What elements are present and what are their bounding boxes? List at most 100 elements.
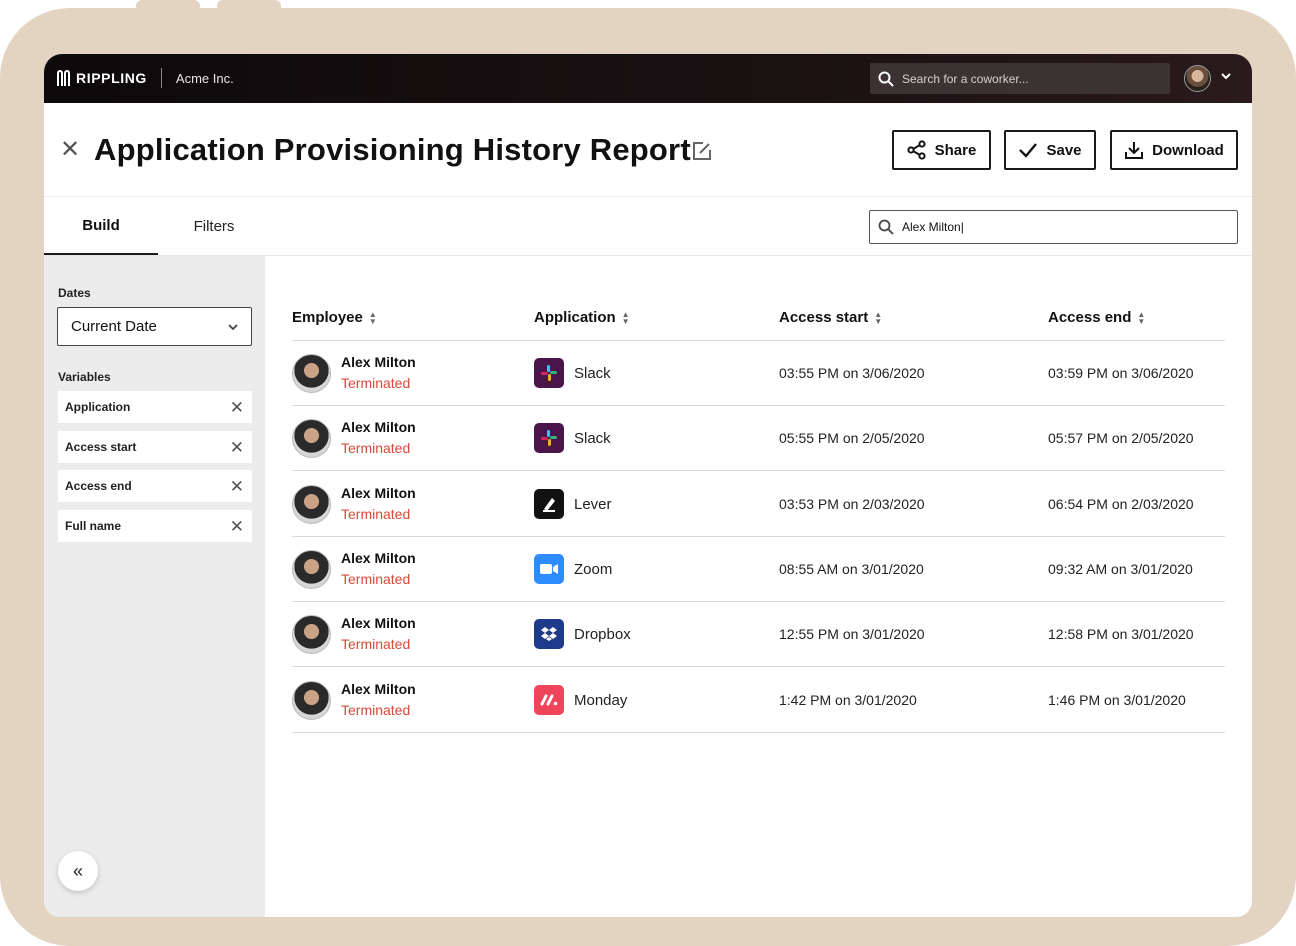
employee-avatar bbox=[292, 681, 331, 720]
application-name: Monday bbox=[574, 692, 628, 709]
date-select[interactable]: Current Date bbox=[57, 307, 252, 346]
search-icon bbox=[878, 219, 894, 235]
access-end: 03:59 PM on 3/06/2020 bbox=[1048, 365, 1194, 381]
employee-name: Alex Milton bbox=[341, 485, 416, 501]
slack-icon bbox=[534, 358, 564, 388]
tab-build[interactable]: Build bbox=[44, 197, 158, 255]
employee-name: Alex Milton bbox=[341, 615, 416, 631]
device-frame: RIPPLING Acme Inc. ✕ Application Provisi… bbox=[0, 8, 1296, 946]
remove-icon[interactable]: ✕ bbox=[230, 399, 244, 416]
brand-divider bbox=[160, 68, 162, 88]
variable-chip: Full name ✕ bbox=[58, 510, 252, 542]
dropbox-icon bbox=[534, 619, 564, 649]
table-row[interactable]: Alex Milton Terminated Monday 1:42 PM on… bbox=[292, 668, 1225, 733]
application-name: Lever bbox=[574, 496, 612, 513]
search-icon bbox=[878, 71, 894, 87]
application-name: Slack bbox=[574, 430, 611, 447]
close-icon[interactable]: ✕ bbox=[60, 138, 80, 162]
double-chevron-left-icon: « bbox=[72, 860, 83, 881]
brand[interactable]: RIPPLING Acme Inc. bbox=[57, 68, 234, 88]
table-row[interactable]: Alex Milton Terminated Dropbox 12:55 PM … bbox=[292, 602, 1225, 667]
chevron-down-icon bbox=[228, 323, 238, 330]
column-header-access-start[interactable]: Access start ▲ ▼ bbox=[779, 309, 882, 326]
share-icon bbox=[907, 140, 926, 160]
access-start: 05:55 PM on 2/05/2020 bbox=[779, 430, 925, 446]
employee-name: Alex Milton bbox=[341, 354, 416, 370]
remove-icon[interactable]: ✕ bbox=[230, 518, 244, 535]
access-end: 09:32 AM on 3/01/2020 bbox=[1048, 561, 1193, 577]
variable-chip: Application ✕ bbox=[58, 391, 252, 423]
employee-status: Terminated bbox=[341, 571, 411, 587]
edit-title-icon[interactable] bbox=[692, 141, 712, 166]
variable-chip: Access end ✕ bbox=[58, 470, 252, 502]
employee-avatar bbox=[292, 419, 331, 458]
download-icon bbox=[1125, 142, 1144, 159]
column-header-application[interactable]: Application ▲ ▼ bbox=[534, 309, 630, 326]
access-end: 1:46 PM on 3/01/2020 bbox=[1048, 692, 1186, 708]
report-search[interactable] bbox=[869, 210, 1238, 244]
variable-chip-label: Application bbox=[65, 400, 131, 414]
sidebar: Dates Current Date Variables Application… bbox=[44, 256, 265, 917]
column-header-label: Access start bbox=[779, 309, 869, 326]
lever-icon bbox=[534, 489, 564, 519]
access-start: 1:42 PM on 3/01/2020 bbox=[779, 692, 917, 708]
employee-status: Terminated bbox=[341, 702, 411, 718]
date-select-value: Current Date bbox=[71, 318, 157, 335]
company-name: Acme Inc. bbox=[175, 70, 234, 86]
variable-chip: Access start ✕ bbox=[58, 431, 252, 463]
column-header-label: Application bbox=[534, 309, 616, 326]
coworker-search-input[interactable] bbox=[902, 71, 1152, 86]
access-end: 12:58 PM on 3/01/2020 bbox=[1048, 626, 1194, 642]
employee-status: Terminated bbox=[341, 375, 411, 391]
table-row[interactable]: Alex Milton Terminated Lever 03:53 PM on… bbox=[292, 472, 1225, 537]
rippling-logo-icon bbox=[57, 70, 70, 86]
remove-icon[interactable]: ✕ bbox=[230, 478, 244, 495]
zoom-icon bbox=[534, 554, 564, 584]
variables-label: Variables bbox=[58, 370, 111, 384]
variable-chip-label: Full name bbox=[65, 519, 122, 533]
brand-name: RIPPLING bbox=[76, 70, 147, 86]
download-button[interactable]: Download bbox=[1110, 130, 1238, 170]
table-row[interactable]: Alex Milton Terminated Slack 03:55 PM on… bbox=[292, 341, 1225, 406]
table-row[interactable]: Alex Milton Terminated Slack 05:55 PM on… bbox=[292, 406, 1225, 471]
user-avatar[interactable] bbox=[1184, 65, 1211, 92]
employee-avatar bbox=[292, 615, 331, 654]
access-end: 06:54 PM on 2/03/2020 bbox=[1048, 496, 1194, 512]
employee-status: Terminated bbox=[341, 506, 411, 522]
page-title: Application Provisioning History Report bbox=[94, 132, 691, 167]
coworker-search[interactable] bbox=[870, 63, 1170, 94]
employee-avatar bbox=[292, 550, 331, 589]
save-button[interactable]: Save bbox=[1004, 130, 1096, 170]
access-start: 12:55 PM on 3/01/2020 bbox=[779, 626, 925, 642]
application-name: Dropbox bbox=[574, 626, 631, 643]
tab-filters[interactable]: Filters bbox=[158, 197, 270, 255]
monday-icon bbox=[534, 685, 564, 715]
table-row[interactable]: Alex Milton Terminated Zoom 08:55 AM on … bbox=[292, 537, 1225, 602]
column-header-label: Access end bbox=[1048, 309, 1132, 326]
variable-chip-label: Access start bbox=[65, 440, 137, 454]
chevron-down-icon[interactable] bbox=[1220, 70, 1232, 85]
application-name: Slack bbox=[574, 365, 611, 382]
employee-name: Alex Milton bbox=[341, 681, 416, 697]
access-start: 03:53 PM on 2/03/2020 bbox=[779, 496, 925, 512]
access-end: 05:57 PM on 2/05/2020 bbox=[1048, 430, 1194, 446]
download-label: Download bbox=[1152, 141, 1224, 159]
sort-icon: ▲ ▼ bbox=[621, 309, 630, 326]
application-name: Zoom bbox=[574, 561, 613, 578]
access-start: 03:55 PM on 3/06/2020 bbox=[779, 365, 925, 381]
employee-name: Alex Milton bbox=[341, 419, 416, 435]
collapse-sidebar-button[interactable]: « bbox=[58, 851, 98, 891]
dates-label: Dates bbox=[58, 286, 91, 300]
employee-avatar bbox=[292, 485, 331, 524]
column-header-access-end[interactable]: Access end ▲ ▼ bbox=[1048, 309, 1145, 326]
variable-chip-label: Access end bbox=[65, 479, 132, 493]
report-search-input[interactable] bbox=[902, 220, 1222, 234]
share-button[interactable]: Share bbox=[892, 130, 991, 170]
check-icon bbox=[1019, 143, 1038, 158]
sort-icon: ▲ ▼ bbox=[1137, 309, 1146, 326]
remove-icon[interactable]: ✕ bbox=[230, 439, 244, 456]
column-header-employee[interactable]: Employee ▲ ▼ bbox=[292, 309, 377, 326]
app-screen: RIPPLING Acme Inc. ✕ Application Provisi… bbox=[44, 54, 1252, 917]
employee-status: Terminated bbox=[341, 636, 411, 652]
access-start: 08:55 AM on 3/01/2020 bbox=[779, 561, 924, 577]
